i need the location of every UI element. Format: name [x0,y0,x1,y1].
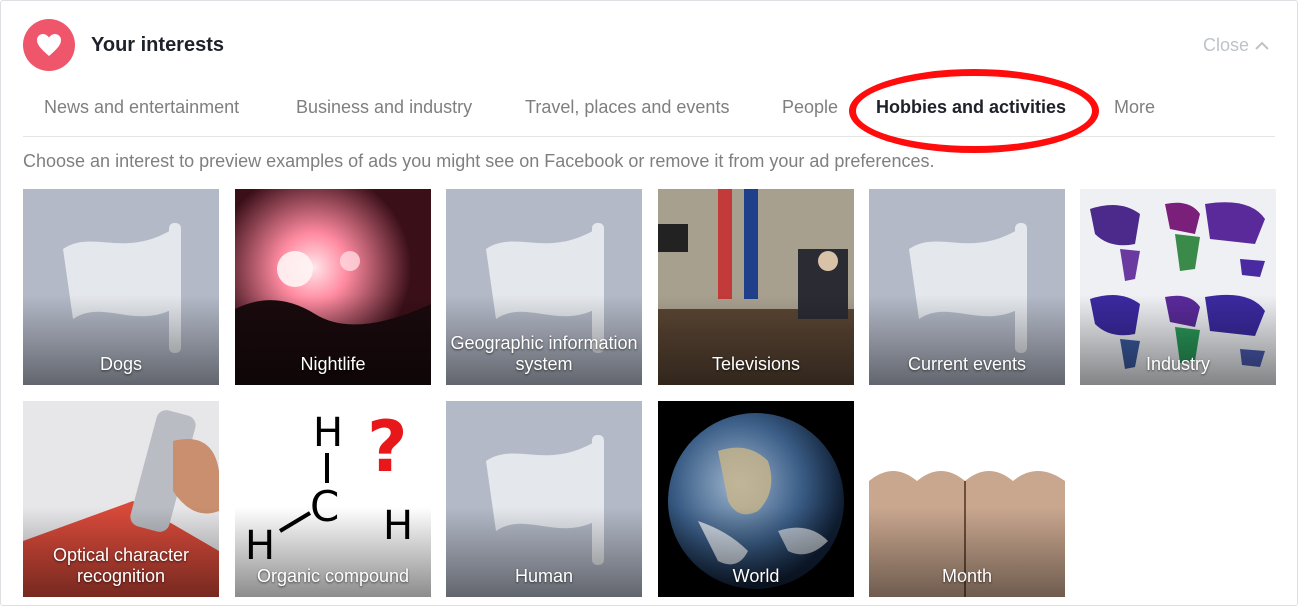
interest-tile-human[interactable]: Human [446,401,642,597]
svg-text:?: ? [367,406,408,488]
tab-travel-places-and-events[interactable]: Travel, places and events [525,97,729,118]
tile-label: Televisions [711,354,801,374]
tile-label: Optical character recognition [52,545,190,586]
interest-tile-industry[interactable]: Industry [1080,189,1276,385]
interest-tile-optical-character-recognition[interactable]: Optical character recognition [23,401,219,597]
interest-tile-geographic-information-system[interactable]: Geographic information system [446,189,642,385]
tab-people[interactable]: People [782,97,838,118]
interest-tile-televisions[interactable]: Televisions [658,189,854,385]
tile-label: Dogs [99,354,143,374]
tab-news-and-entertainment[interactable]: News and entertainment [44,97,239,118]
interest-tile-month[interactable]: Month [869,401,1065,597]
tile-label: World [732,566,780,586]
chevron-up-icon [1255,41,1269,50]
tile-label: Human [514,566,574,586]
interest-tile-dogs[interactable]: Dogs [23,189,219,385]
heart-icon [23,19,75,71]
interest-tile-world[interactable]: World [658,401,854,597]
tile-label: Current events [907,354,1027,374]
tile-label: Organic compound [256,566,410,586]
tab-business-and-industry[interactable]: Business and industry [296,97,472,118]
interest-tile-current-events[interactable]: Current events [869,189,1065,385]
interest-tile-nightlife[interactable]: Nightlife [235,189,431,385]
panel-title: Your interests [91,34,224,56]
tile-label: Nightlife [300,354,366,374]
tile-label: Month [941,566,993,586]
tile-label: Industry [1145,354,1211,374]
interests-panel: Your interests Close News and entertainm… [0,0,1298,606]
close-button[interactable]: Close [1203,35,1269,56]
tab-more[interactable]: More [1114,97,1155,118]
close-label: Close [1202,35,1249,55]
tile-label: Geographic information system [450,333,638,374]
hint-text: Choose an interest to preview examples o… [23,151,935,171]
tab-hobbies-and-activities[interactable]: Hobbies and activities [876,97,1066,118]
svg-text:H: H [313,410,343,456]
interest-tile-organic-compound[interactable]: H C H H ? Organic compound [235,401,431,597]
interest-tabs: News and entertainment Business and indu… [23,91,1275,137]
